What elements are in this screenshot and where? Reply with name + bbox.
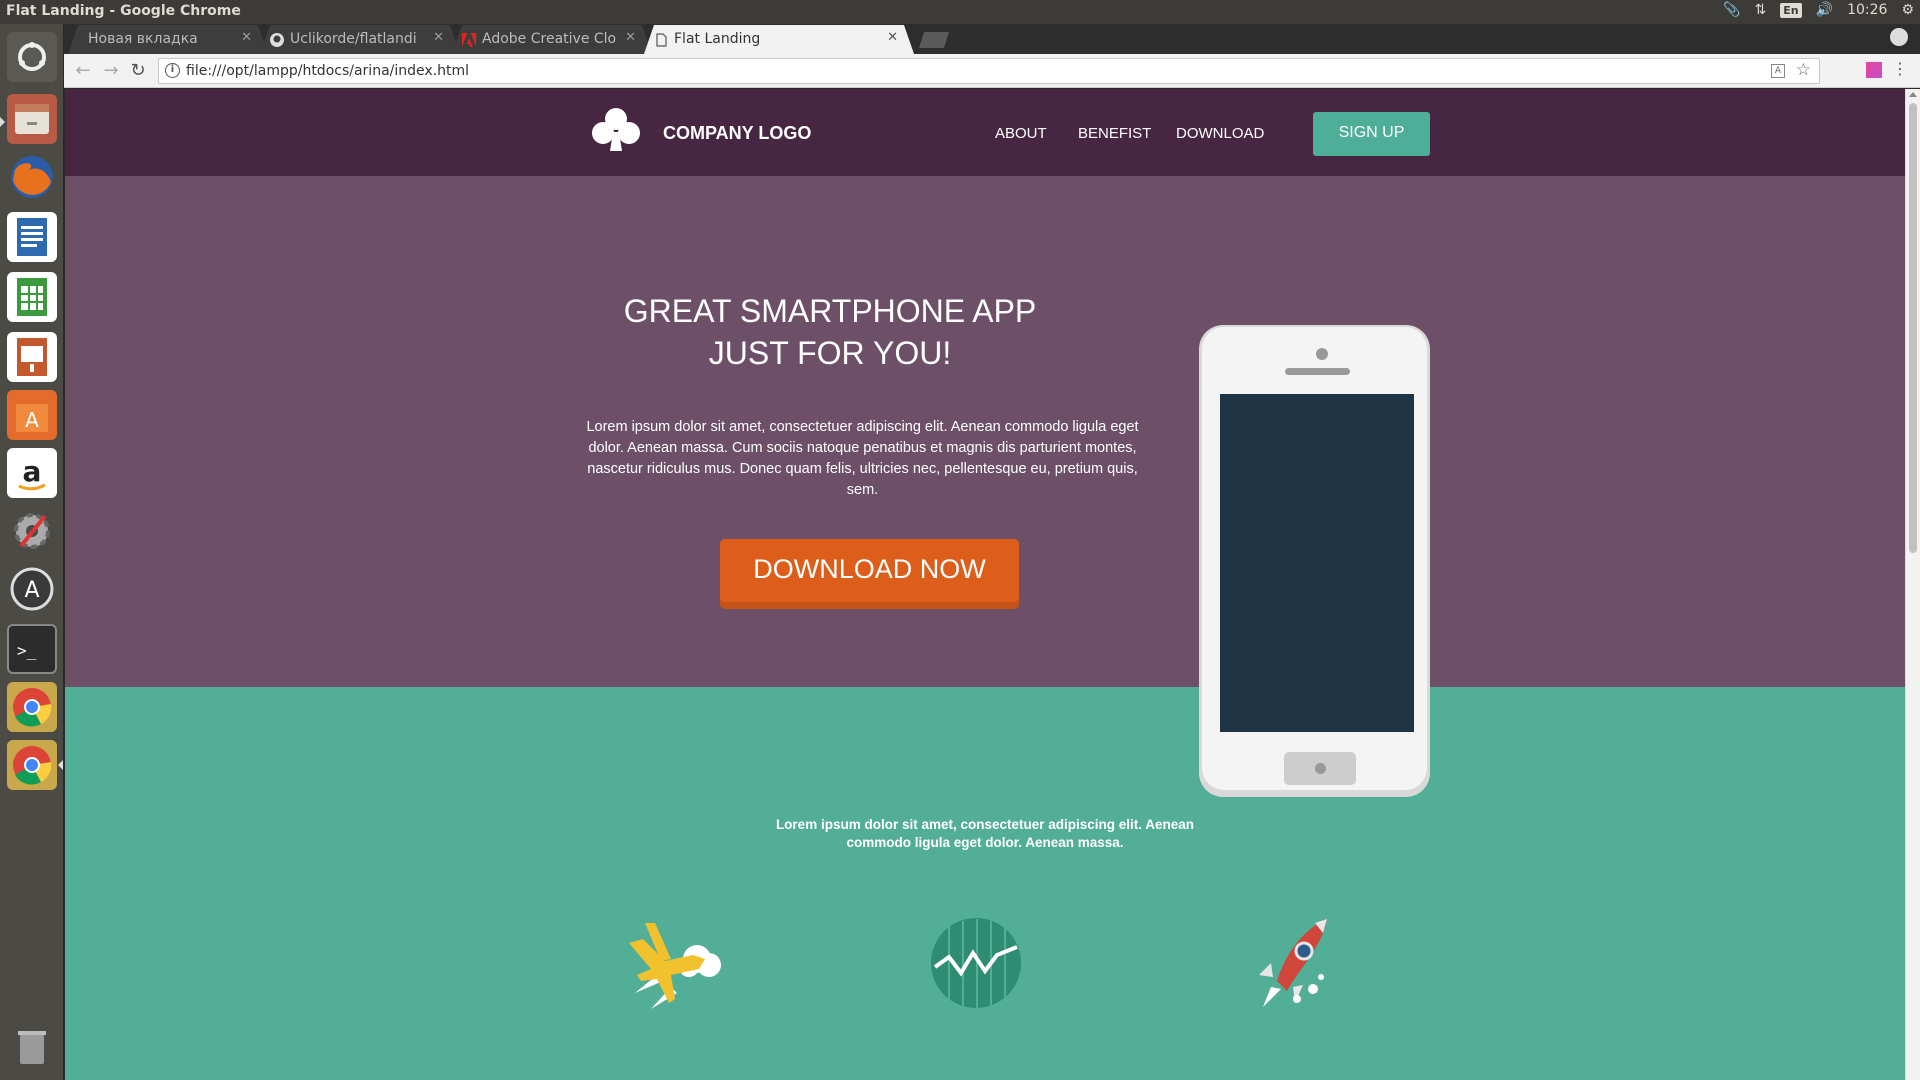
software-center-icon[interactable]: A	[7, 390, 57, 440]
svg-text:A: A	[25, 408, 39, 432]
software-updater-icon[interactable]: A	[7, 564, 57, 614]
close-icon[interactable]: ✕	[241, 30, 252, 45]
page-icon	[654, 33, 668, 47]
trash-icon[interactable]	[7, 1022, 57, 1072]
paperclip-icon[interactable]: 📎	[1723, 2, 1740, 18]
extension-icon[interactable]	[1866, 62, 1882, 78]
volume-icon[interactable]: 🔊	[1816, 2, 1833, 18]
nav-download[interactable]: DOWNLOAD	[1176, 125, 1264, 142]
page-viewport: COMPANY LOGO ABOUT BENEFIST DOWNLOAD SIG…	[65, 89, 1905, 1080]
window-title: Flat Landing - Google Chrome	[6, 3, 241, 19]
svg-text:A: A	[24, 578, 39, 603]
tab-strip: Новая вкладка ✕ Uclikorde/flatlandi ✕ Ad…	[64, 24, 1920, 54]
new-tab-button[interactable]	[919, 32, 949, 48]
gear-icon[interactable]: ⚙	[1901, 2, 1914, 18]
tab-adobe[interactable]: Adobe Creative Clo ✕	[452, 25, 652, 54]
svg-text:>_: >_	[17, 641, 37, 660]
phone-home-button	[1284, 752, 1356, 785]
logo-text[interactable]: COMPANY LOGO	[663, 123, 811, 144]
system-tray: 📎 ⇅ En 🔊 10:26 ⚙	[1723, 2, 1914, 18]
firefox-icon[interactable]	[7, 152, 57, 202]
rocket-icon	[1233, 915, 1343, 1015]
files-icon[interactable]	[7, 94, 57, 144]
writer-icon[interactable]	[7, 212, 57, 262]
phone-camera	[1316, 348, 1328, 360]
tab-label: Adobe Creative Clo	[482, 31, 617, 47]
scrollbar-thumb[interactable]	[1909, 103, 1917, 553]
amazon-icon[interactable]: a	[7, 448, 57, 498]
active-indicator	[58, 760, 63, 770]
close-icon[interactable]: ✕	[625, 30, 636, 45]
url-text[interactable]: file:///opt/lampp/htdocs/arina/index.htm…	[186, 63, 469, 79]
clock[interactable]: 10:26	[1847, 2, 1887, 18]
keyboard-layout-indicator[interactable]: En	[1780, 2, 1802, 18]
chrome-icon[interactable]	[7, 740, 57, 790]
hero-title: GREAT SMARTPHONE APP JUST FOR YOU!	[595, 290, 1065, 374]
calc-icon[interactable]	[7, 272, 57, 322]
download-now-button[interactable]: DOWNLOAD NOW	[720, 539, 1019, 609]
phone-screen	[1220, 394, 1414, 732]
adobe-icon	[462, 33, 476, 47]
download-now-label: DOWNLOAD NOW	[720, 539, 1019, 602]
tab-flat-landing[interactable]: Flat Landing ✕	[644, 25, 914, 54]
hero-section: GREAT SMARTPHONE APP JUST FOR YOU! Lorem…	[65, 176, 1905, 797]
tab-github[interactable]: Uclikorde/flatlandi ✕	[260, 25, 460, 54]
browser-toolbar: ← → ↻ i file:///opt/lampp/htdocs/arina/i…	[64, 54, 1920, 88]
menu-icon[interactable]: ⋮	[1892, 59, 1908, 78]
tab-new-tab[interactable]: Новая вкладка ✕	[68, 25, 268, 54]
forward-arrow-icon[interactable]: →	[100, 60, 122, 82]
close-icon[interactable]: ✕	[887, 30, 898, 45]
system-top-bar: Flat Landing - Google Chrome 📎 ⇅ En 🔊 10…	[0, 0, 1920, 24]
reload-icon[interactable]: ↻	[127, 60, 149, 82]
system-settings-icon[interactable]	[7, 506, 57, 556]
hero-description: Lorem ipsum dolor sit amet, consectetuer…	[586, 419, 1139, 498]
nav-benefist[interactable]: BENEFIST	[1078, 125, 1151, 142]
address-bar[interactable]: i file:///opt/lampp/htdocs/arina/index.h…	[158, 58, 1820, 84]
page-scrollbar[interactable]	[1905, 89, 1920, 1080]
svg-text:a: a	[23, 455, 42, 488]
club-logo-icon[interactable]	[590, 106, 642, 156]
scroll-up-arrow-icon[interactable]	[1909, 92, 1917, 97]
close-icon[interactable]: ✕	[433, 30, 444, 45]
tab-label: Uclikorde/flatlandi	[290, 31, 417, 47]
chart-icon	[921, 915, 1031, 1015]
nav-about[interactable]: ABOUT	[995, 125, 1047, 142]
info-icon[interactable]: i	[165, 63, 180, 78]
airplane-icon	[615, 915, 725, 1015]
hero-title-line-1: GREAT SMARTPHONE APP	[623, 293, 1037, 329]
unity-launcher: A a A >_	[0, 24, 64, 1080]
back-arrow-icon[interactable]: ←	[72, 60, 94, 82]
sign-up-button[interactable]: SIGN UP	[1313, 112, 1430, 156]
network-icon[interactable]: ⇅	[1755, 2, 1767, 18]
phone-speaker	[1285, 368, 1350, 375]
dash-icon[interactable]	[7, 32, 57, 82]
running-indicator	[0, 117, 5, 127]
site-header: COMPANY LOGO ABOUT BENEFIST DOWNLOAD SIG…	[65, 89, 1905, 176]
github-icon	[270, 33, 284, 47]
smartphone-illustration	[1199, 325, 1430, 797]
tab-label: Flat Landing	[674, 31, 761, 47]
bookmark-star-icon[interactable]: ☆	[1796, 60, 1811, 80]
profile-icon[interactable]	[1890, 28, 1908, 46]
tab-label: Новая вкладка	[88, 31, 198, 47]
impress-icon[interactable]	[7, 332, 57, 382]
chrome-icon[interactable]	[7, 682, 57, 732]
terminal-icon[interactable]: >_	[7, 624, 57, 674]
translate-icon[interactable]: A	[1771, 64, 1785, 78]
hero-title-line-2: JUST FOR YOU!	[708, 335, 952, 371]
features-intro: Lorem ipsum dolor sit amet, consectetuer…	[775, 817, 1195, 850]
